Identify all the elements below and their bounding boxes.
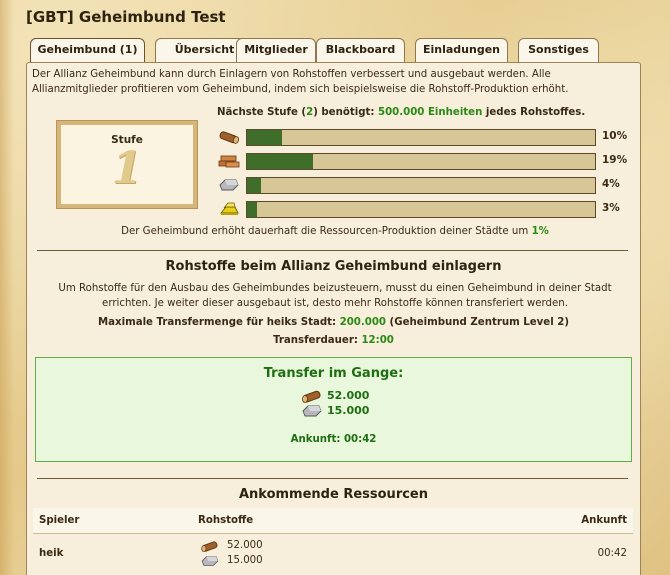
transfer-arrival-time: 00:42 xyxy=(343,434,377,445)
window-title: [GBT] Geheimbund Test xyxy=(26,8,226,26)
table-row: heik 52.000 15.000 00:42 xyxy=(33,535,633,575)
divider xyxy=(37,250,628,251)
gold-icon xyxy=(220,202,239,215)
production-bonus-value: 1% xyxy=(531,226,549,237)
progress-fill-brick xyxy=(247,154,314,169)
resource-row-brick: 19% xyxy=(218,152,638,170)
brick-icon xyxy=(218,155,240,168)
wood-icon xyxy=(219,131,240,144)
production-bonus-text: Der Geheimbund erhöht dauerhaft die Ress… xyxy=(121,226,549,237)
stone-icon xyxy=(219,179,239,191)
progress-percent-wood: 10% xyxy=(602,130,628,142)
transfer-in-progress-box: Transfer im Gange: 52.000 15.000 Ankunft… xyxy=(35,357,632,462)
next-level-amount: 500.000 Einheiten xyxy=(378,107,483,118)
tab-blackboard[interactable]: Blackboard xyxy=(316,38,405,62)
incoming-title: Ankommende Ressourcen xyxy=(238,487,429,502)
transfer-amount-wood: 52.000 xyxy=(327,389,370,402)
wood-icon xyxy=(302,390,321,403)
max-transfer-value: 200.000 xyxy=(339,317,387,328)
deposit-description: Um Rohstoffe für den Ausbau des Geheimbu… xyxy=(58,283,612,309)
progress-bar-brick xyxy=(246,153,596,170)
row-resource-stone: 15.000 xyxy=(199,554,319,568)
level-value: 1 xyxy=(111,143,143,194)
progress-percent-stone: 4% xyxy=(602,178,620,190)
tab-geheimbund[interactable]: Geheimbund (1) xyxy=(30,38,145,64)
next-level-text: Nächste Stufe (2) benötigt: 500.000 Einh… xyxy=(217,107,586,118)
row-amount-stone: 15.000 xyxy=(227,555,263,566)
progress-bar-gold xyxy=(246,201,596,218)
tab-mitglieder[interactable]: Mitglieder xyxy=(236,38,316,62)
progress-bar-stone xyxy=(246,177,596,194)
progress-fill-wood xyxy=(247,130,282,145)
row-resource-wood: 52.000 xyxy=(199,539,319,553)
progress-fill-gold xyxy=(247,202,258,217)
transfer-title: Transfer im Gange: xyxy=(263,366,404,381)
deposit-title: Rohstoffe beim Allianz Geheimbund einlag… xyxy=(165,259,502,274)
row-amount-wood: 52.000 xyxy=(227,540,263,551)
stone-icon xyxy=(201,556,219,566)
progress-fill-stone xyxy=(247,178,261,193)
transfer-item-stone: 15.000 xyxy=(301,403,369,419)
max-transfer-text: Maximale Transfermenge für heiks Stadt: … xyxy=(98,317,569,328)
transfer-duration-text: Transferdauer: 12:00 xyxy=(273,335,394,346)
progress-percent-gold: 3% xyxy=(602,202,620,214)
parchment-edge xyxy=(0,0,14,575)
resource-row-gold: 3% xyxy=(218,200,638,218)
column-header-resources: Rohstoffe xyxy=(198,515,254,526)
resource-row-stone: 4% xyxy=(218,176,638,194)
column-header-player: Spieler xyxy=(39,515,80,526)
tab-einladungen[interactable]: Einladungen xyxy=(415,38,508,62)
stone-icon xyxy=(302,405,322,417)
progress-bar-wood xyxy=(246,129,596,146)
resource-row-wood: 10% xyxy=(218,128,638,146)
row-player[interactable]: heik xyxy=(39,548,63,559)
wood-icon xyxy=(201,541,218,553)
transfer-arrival: Ankunft: 00:42 xyxy=(290,434,377,445)
tab-sonstiges[interactable]: Sonstiges xyxy=(518,38,599,62)
intro-description: Der Allianz Geheimbund kann durch Einlag… xyxy=(32,69,569,95)
progress-percent-brick: 19% xyxy=(602,154,628,166)
divider xyxy=(37,478,628,479)
incoming-table-header: Spieler Rohstoffe Ankunft xyxy=(33,508,633,534)
level-box: Stufe 1 xyxy=(56,120,198,209)
row-arrival: 00:42 xyxy=(597,548,627,559)
column-header-arrival: Ankunft xyxy=(581,515,627,526)
transfer-item-wood: 52.000 xyxy=(301,388,369,404)
transfer-duration-value: 12:00 xyxy=(361,335,394,346)
transfer-amount-stone: 15.000 xyxy=(327,404,370,417)
